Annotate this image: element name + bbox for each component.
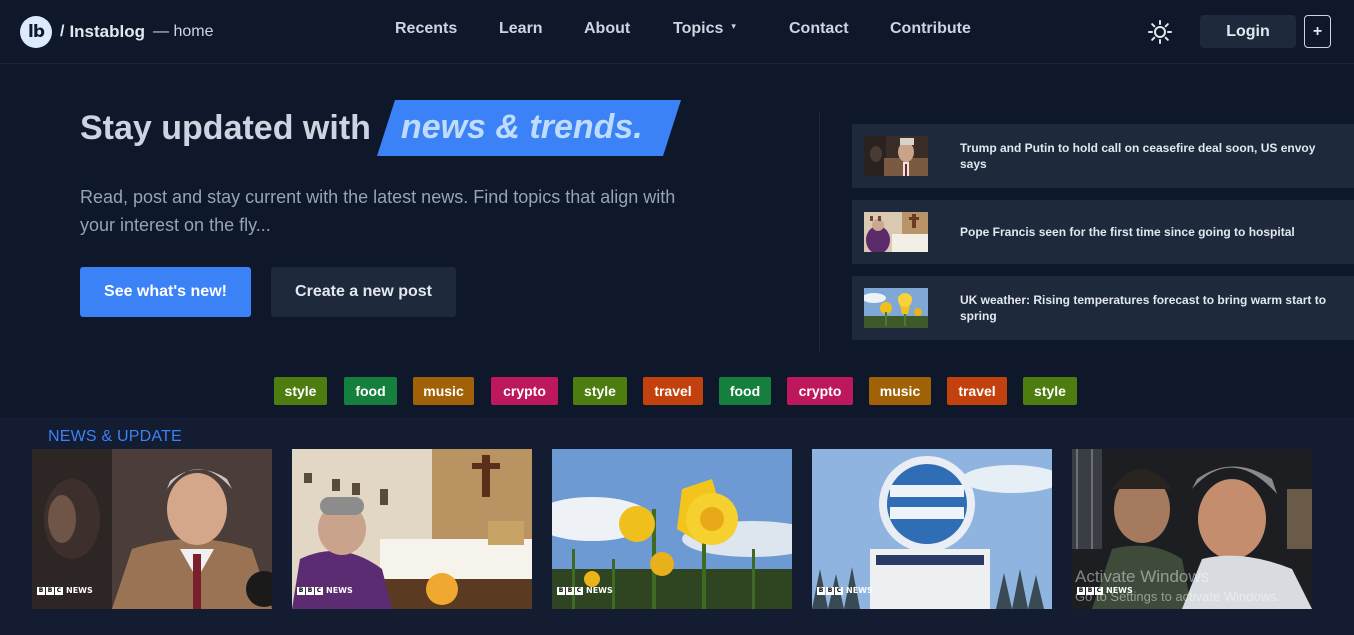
news-headline[interactable]: Pope Francis seen for the first time sin… bbox=[960, 224, 1340, 240]
nav-contribute[interactable]: Contribute bbox=[890, 20, 971, 38]
nav-recents[interactable]: Recents bbox=[395, 20, 457, 38]
watermark-line-2: Go to Settings to activate Windows. bbox=[1075, 589, 1281, 604]
tag-travel[interactable]: travel bbox=[947, 377, 1007, 405]
news-card[interactable]: B B C NEWS bbox=[292, 449, 532, 609]
tag-travel[interactable]: travel bbox=[643, 377, 703, 405]
latest-news-item[interactable]: Pope Francis seen for the first time sin… bbox=[852, 200, 1354, 264]
news-card-image bbox=[32, 449, 272, 609]
bbc-news-badge: B B C NEWS bbox=[37, 586, 93, 595]
nav-topics-label: Topics bbox=[673, 20, 724, 37]
top-navbar: lb / Instablog — home Recents Learn Abou… bbox=[0, 0, 1354, 64]
watermark-line-1: Activate Windows bbox=[1075, 567, 1210, 586]
nav-topics[interactable]: Topics ▾ bbox=[673, 20, 736, 38]
tag-music[interactable]: music bbox=[869, 377, 931, 405]
brand-logo-text: lb bbox=[28, 22, 45, 42]
activate-windows-watermark: Activate Windows Go to Settings to activ… bbox=[1075, 567, 1280, 607]
hero-title-accent: news & trends. bbox=[376, 100, 681, 156]
latest-news-item[interactable]: UK weather: Rising temperatures forecast… bbox=[852, 276, 1354, 340]
hero-title: Stay updated with news & trends. bbox=[80, 100, 681, 156]
news-headline[interactable]: Trump and Putin to hold call on ceasefir… bbox=[960, 140, 1340, 172]
news-card[interactable]: B B C NEWS bbox=[552, 449, 792, 609]
news-card-image bbox=[812, 449, 1052, 609]
nav-contact[interactable]: Contact bbox=[789, 20, 849, 38]
sun-icon bbox=[1148, 20, 1172, 44]
chevron-down-icon: ▾ bbox=[731, 21, 736, 31]
tag-crypto[interactable]: crypto bbox=[787, 377, 853, 405]
create-post-button[interactable]: Create a new post bbox=[271, 267, 456, 317]
nav-about[interactable]: About bbox=[584, 20, 630, 38]
tag-crypto[interactable]: crypto bbox=[491, 377, 558, 405]
bbc-news-badge: B B C NEWS bbox=[557, 586, 613, 595]
brand-logo[interactable]: lb bbox=[20, 16, 52, 48]
news-card-image bbox=[292, 449, 532, 609]
bbc-news-badge: B B C NEWS bbox=[297, 586, 353, 595]
section-title: NEWS & UPDATE bbox=[48, 428, 182, 445]
news-thumbnail bbox=[864, 212, 928, 252]
tag-style[interactable]: style bbox=[274, 377, 327, 405]
hero-description: Read, post and stay current with the lat… bbox=[80, 187, 676, 235]
bbc-news-badge: B B C NEWS bbox=[817, 586, 873, 595]
login-button[interactable]: Login bbox=[1200, 15, 1296, 48]
tag-food[interactable]: food bbox=[344, 377, 397, 405]
tag-music[interactable]: music bbox=[413, 377, 474, 405]
tag-style[interactable]: style bbox=[1023, 377, 1077, 405]
news-card[interactable]: B B C NEWS bbox=[812, 449, 1052, 609]
brand-name[interactable]: Instablog bbox=[69, 22, 145, 42]
see-whats-new-button[interactable]: See what's new! bbox=[80, 267, 251, 317]
tag-style[interactable]: style bbox=[573, 377, 627, 405]
hero-divider bbox=[819, 112, 820, 352]
news-thumbnail bbox=[864, 288, 928, 328]
nav-learn[interactable]: Learn bbox=[499, 20, 543, 38]
current-page-label: — home bbox=[153, 23, 214, 40]
news-card-image bbox=[552, 449, 792, 609]
tag-food[interactable]: food bbox=[719, 377, 771, 405]
add-button[interactable]: + bbox=[1304, 15, 1331, 48]
news-thumbnail bbox=[864, 136, 928, 176]
news-card[interactable]: B B C NEWS bbox=[32, 449, 272, 609]
brand-slash: / bbox=[60, 23, 65, 40]
hero-title-plain: Stay updated with bbox=[80, 108, 371, 147]
news-headline[interactable]: UK weather: Rising temperatures forecast… bbox=[960, 292, 1340, 324]
brand[interactable]: lb / Instablog — home bbox=[20, 16, 213, 48]
theme-toggle-button[interactable] bbox=[1147, 19, 1173, 45]
hero-title-accent-text: news & trends. bbox=[400, 108, 643, 146]
latest-news-item[interactable]: Trump and Putin to hold call on ceasefir… bbox=[852, 124, 1354, 188]
